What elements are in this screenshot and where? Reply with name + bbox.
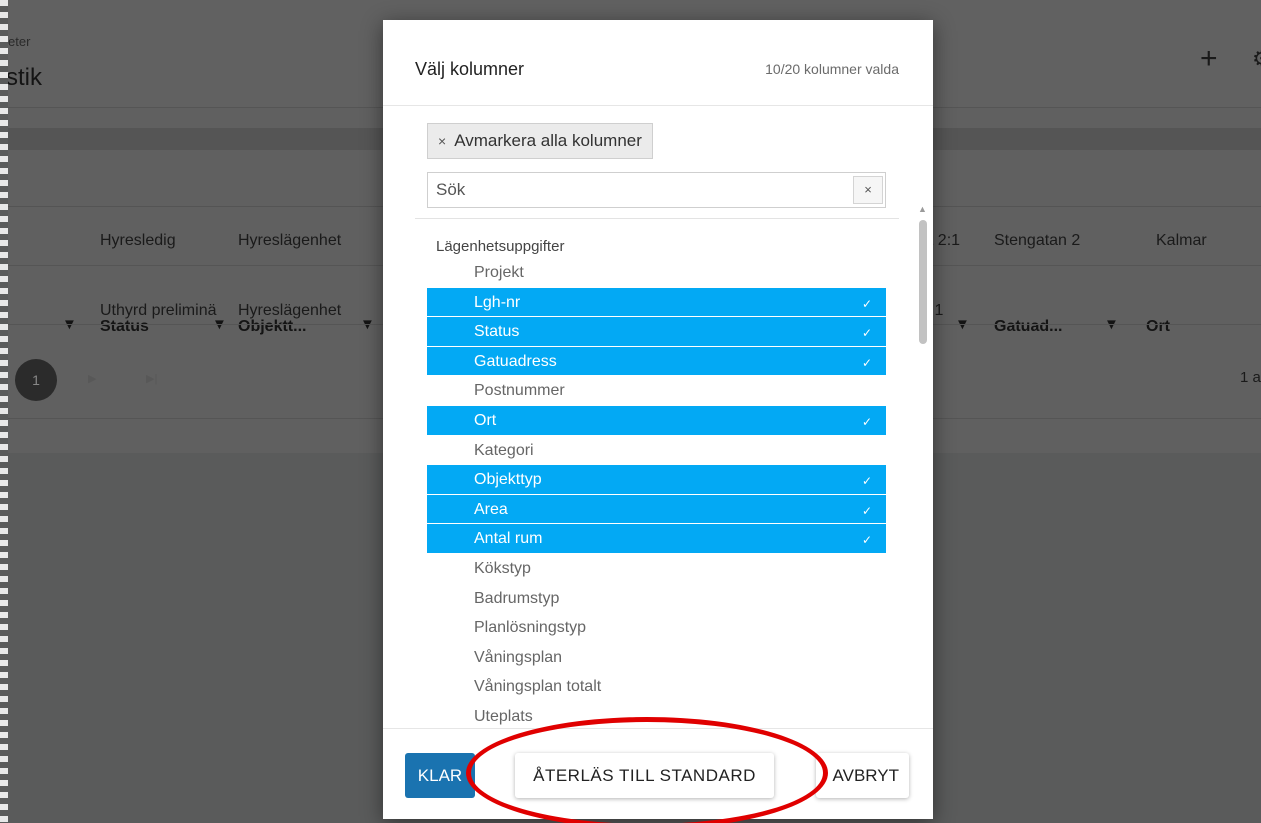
column-option-label: Kökstyp [474,559,531,577]
dialog-body: × Avmarkera alla kolumner × Lägenhetsuppg… [383,107,933,727]
next-page-icon: ▶ [88,373,97,385]
column-option-label: Antal rum [474,530,543,548]
column-option-planlosningstyp[interactable]: Planlösningstyp [427,613,886,643]
column-option-objekttyp[interactable]: Objekttyp ✓ [427,465,886,495]
pager-info: 1 a [1240,369,1261,386]
column-option-postnummer[interactable]: Postnummer [427,376,886,406]
column-option-label: Planlösningstyp [474,619,587,637]
column-option-label: Våningsplan [474,648,563,666]
check-icon: ✓ [861,474,872,489]
dialog-footer: KLAR ÅTERLÄS TILL STANDARD AVBRYT [383,728,933,819]
cell-objekttyp: Hyreslägenhet [238,302,342,319]
reset-to-default-button[interactable]: ÅTERLÄS TILL STANDARD [515,753,774,798]
column-option-badrumstyp[interactable]: Badrumstyp [427,584,886,614]
search-clear-button[interactable]: × [853,176,883,204]
deselect-all-label: Avmarkera alla kolumner [454,131,642,150]
column-list: Projekt Lgh-nr ✓ Status ✓ Gatuadress ✓ Post… [427,258,886,727]
scroll-up-icon[interactable]: ▲ [918,204,927,214]
cell-objekttyp: Hyreslägenhet [238,232,342,249]
check-icon: ✓ [861,296,872,311]
column-option-area[interactable]: Area ✓ [427,494,886,525]
done-button[interactable]: KLAR [405,753,475,798]
cell-ort: Kalmar [1156,232,1207,249]
column-option-label: Status [474,323,520,341]
plus-icon: + [1200,42,1218,75]
column-option-label: Projekt [474,264,524,281]
column-option-lgh-nr[interactable]: Lgh-nr ✓ [427,287,886,318]
column-option-ort[interactable]: Ort ✓ [427,405,886,436]
column-option-label: Badrumstyp [474,589,560,607]
check-icon: ✓ [861,533,872,548]
deselect-all-button[interactable]: × Avmarkera alla kolumner [427,123,653,159]
column-option-kategori[interactable]: Kategori [427,436,886,466]
breadcrumb: eter [8,34,31,49]
column-option-label: Kategori [474,441,534,459]
check-icon: ✓ [861,414,872,429]
scrollbar-thumb[interactable] [919,220,927,344]
last-page-icon: ▶| [146,373,158,385]
column-option-vaningsplan-totalt[interactable]: Våningsplan totalt [427,672,886,702]
column-option-uteplats[interactable]: Uteplats [427,702,886,727]
settings-icon: ⚙ [1252,48,1261,70]
search-box: × [427,172,886,208]
check-icon: ✓ [861,355,872,370]
column-option-label: Area [474,500,508,518]
divider [415,218,899,219]
column-chooser-dialog: Välj kolumner 10/20 kolumner valda × Avma… [383,20,933,819]
column-option-gatuadress[interactable]: Gatuadress ✓ [427,346,886,377]
column-option-label: Lgh-nr [474,293,521,311]
torn-edge-decoration [0,0,8,823]
column-option-label: Gatuadress [474,352,557,370]
scrollbar[interactable]: ▲ ▼ [916,204,930,727]
column-option-status[interactable]: Status ✓ [427,317,886,347]
column-option-label: Ort [474,411,497,429]
page-title: stik [6,64,42,91]
check-icon: ✓ [861,503,872,518]
cell-gatuadress: Stengatan 2 [994,232,1081,249]
column-option-kokstyp[interactable]: Kökstyp [427,554,886,584]
column-option-vaningsplan[interactable]: Våningsplan [427,643,886,673]
pager-current-page: 1 [15,359,57,401]
dialog-title: Välj kolumner [415,59,525,79]
selected-count: 10/20 kolumner valda [765,61,899,77]
dialog-header: Välj kolumner 10/20 kolumner valda [383,20,933,106]
check-icon: ✓ [861,326,872,341]
column-option-label: Våningsplan totalt [474,678,602,696]
column-option-label: Objekttyp [474,471,542,489]
column-option-antal-rum[interactable]: Antal rum ✓ [427,524,886,554]
column-option-label: Postnummer [474,382,565,400]
cell-status: Uthyrd preliminä [100,302,217,319]
cancel-button[interactable]: AVBRYT [816,753,909,798]
column-option-label: Uteplats [474,707,533,725]
column-option-projekt[interactable]: Projekt [427,258,886,288]
search-input[interactable] [428,173,848,207]
close-icon: × [438,133,447,149]
group-label: Lägenhetsuppgifter [436,238,565,255]
cell-status: Hyresledig [100,232,176,249]
